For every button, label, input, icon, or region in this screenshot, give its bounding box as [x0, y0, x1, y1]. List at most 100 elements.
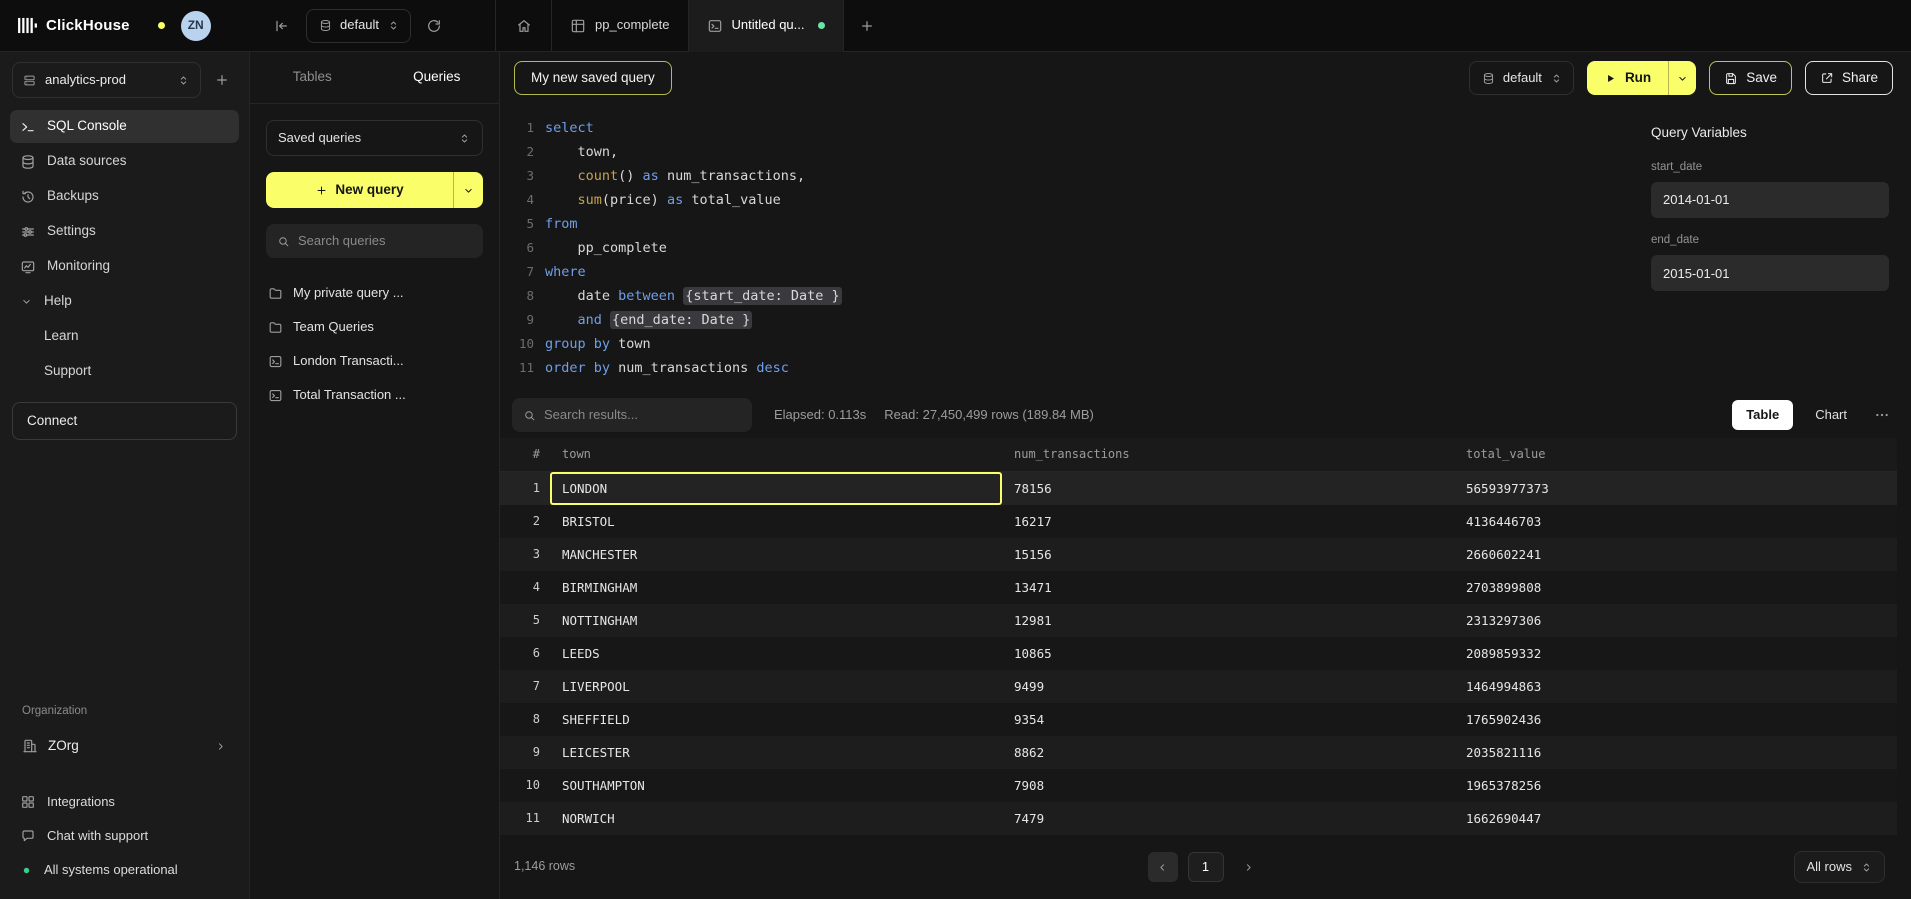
cell-num-transactions[interactable]: 8862	[1002, 736, 1454, 769]
save-button[interactable]: Save	[1709, 61, 1792, 95]
table-row[interactable]: 4BIRMINGHAM134712703899808	[500, 571, 1897, 604]
cell-total-value[interactable]: 4136446703	[1454, 505, 1897, 538]
share-button[interactable]: Share	[1805, 61, 1893, 95]
run-dropdown-button[interactable]	[1668, 61, 1696, 95]
cell-total-value[interactable]: 2089859332	[1454, 637, 1897, 670]
active-query-tab[interactable]: My new saved query	[514, 61, 672, 95]
service-selector[interactable]: analytics-prod	[12, 62, 201, 98]
sidebar-item-all-systems-operational[interactable]: All systems operational	[10, 855, 239, 885]
table-row[interactable]: 1LONDON7815656593977373	[500, 472, 1897, 505]
sidebar-item-monitoring[interactable]: Monitoring	[10, 250, 239, 283]
next-page-button[interactable]	[1234, 852, 1264, 882]
sidebar-item-backups[interactable]: Backups	[10, 180, 239, 213]
cell-town[interactable]: LONDON	[550, 472, 1002, 505]
sidebar-item-data-sources[interactable]: Data sources	[10, 145, 239, 178]
prev-page-button[interactable]	[1148, 852, 1178, 882]
table-row[interactable]: 6LEEDS108652089859332	[500, 637, 1897, 670]
table-row[interactable]: 11NORWICH74791662690447	[500, 802, 1897, 835]
search-queries-input[interactable]	[298, 232, 472, 250]
settings-icon	[20, 224, 36, 240]
saved-query-item-my-private-query[interactable]: My private query ...	[250, 276, 499, 310]
cell-town[interactable]: NOTTINGHAM	[550, 604, 1002, 637]
collapse-panel-button[interactable]	[266, 11, 296, 41]
new-tab-button[interactable]	[852, 11, 882, 41]
tab-tables[interactable]: Tables	[250, 52, 375, 103]
cell-num-transactions[interactable]: 7908	[1002, 769, 1454, 802]
table-row[interactable]: 3MANCHESTER151562660602241	[500, 538, 1897, 571]
sidebar-item-sql-console[interactable]: SQL Console	[10, 110, 239, 143]
search-results-input[interactable]	[544, 406, 741, 424]
table-row[interactable]: 10SOUTHAMPTON79081965378256	[500, 769, 1897, 802]
saved-query-label: Total Transaction ...	[293, 386, 406, 404]
end-date-input[interactable]	[1651, 255, 1889, 291]
table-row[interactable]: 8SHEFFIELD93541765902436	[500, 703, 1897, 736]
saved-query-label: Team Queries	[293, 318, 374, 336]
cell-total-value[interactable]: 2660602241	[1454, 538, 1897, 571]
view-table-button[interactable]: Table	[1732, 400, 1793, 430]
sidebar-item-help[interactable]: Help	[10, 285, 239, 318]
line-number: 4	[500, 188, 534, 212]
cell-num-transactions[interactable]: 15156	[1002, 538, 1454, 571]
sidebar-item-label: Learn	[44, 327, 79, 346]
current-page[interactable]: 1	[1188, 852, 1224, 882]
query-icon	[268, 388, 283, 403]
table-row[interactable]: 9LEICESTER88622035821116	[500, 736, 1897, 769]
cell-town[interactable]: BIRMINGHAM	[550, 571, 1002, 604]
cell-num-transactions[interactable]: 7479	[1002, 802, 1454, 835]
table-row[interactable]: 7LIVERPOOL94991464994863	[500, 670, 1897, 703]
refresh-button[interactable]	[419, 11, 449, 41]
cell-total-value[interactable]: 1662690447	[1454, 802, 1897, 835]
cell-total-value[interactable]: 1965378256	[1454, 769, 1897, 802]
cell-num-transactions[interactable]: 10865	[1002, 637, 1454, 670]
cell-town[interactable]: SHEFFIELD	[550, 703, 1002, 736]
cell-num-transactions[interactable]: 16217	[1002, 505, 1454, 538]
cell-total-value[interactable]: 2313297306	[1454, 604, 1897, 637]
topbar-database-selector[interactable]: default	[306, 9, 411, 43]
cell-total-value[interactable]: 2703899808	[1454, 571, 1897, 604]
start-date-input[interactable]	[1651, 182, 1889, 218]
sidebar-item-support[interactable]: Support	[10, 355, 239, 388]
sidebar-item-chat-with-support[interactable]: Chat with support	[10, 821, 239, 851]
cell-num-transactions[interactable]: 78156	[1002, 472, 1454, 505]
sidebar-item-learn[interactable]: Learn	[10, 320, 239, 353]
cell-total-value[interactable]: 56593977373	[1454, 472, 1897, 505]
cell-town[interactable]: MANCHESTER	[550, 538, 1002, 571]
cell-num-transactions[interactable]: 13471	[1002, 571, 1454, 604]
home-tab[interactable]	[496, 0, 552, 52]
cell-num-transactions[interactable]: 9499	[1002, 670, 1454, 703]
connect-button[interactable]: Connect	[12, 402, 237, 440]
tab-untitled-query[interactable]: Untitled qu...	[689, 0, 844, 52]
cell-town[interactable]: LEEDS	[550, 637, 1002, 670]
cell-total-value[interactable]: 2035821116	[1454, 736, 1897, 769]
cell-town[interactable]: SOUTHAMPTON	[550, 769, 1002, 802]
cell-town[interactable]: BRISTOL	[550, 505, 1002, 538]
saved-query-item-team-queries[interactable]: Team Queries	[250, 310, 499, 344]
cell-town[interactable]: NORWICH	[550, 802, 1002, 835]
sql-editor[interactable]: 1select2 town,3 count() as num_transacti…	[500, 104, 1643, 392]
new-query-button[interactable]: New query	[266, 172, 453, 208]
tab-queries[interactable]: Queries	[375, 52, 500, 103]
user-avatar[interactable]: ZN	[181, 11, 211, 41]
cell-num-transactions[interactable]: 9354	[1002, 703, 1454, 736]
page-size-select[interactable]: All rows	[1794, 851, 1885, 883]
editor-database-selector[interactable]: default	[1469, 61, 1574, 95]
more-options-button[interactable]	[1869, 402, 1895, 428]
sidebar-item-zorg[interactable]: ZOrg	[12, 729, 237, 763]
cell-num-transactions[interactable]: 12981	[1002, 604, 1454, 637]
view-chart-button[interactable]: Chart	[1801, 400, 1861, 430]
new-query-dropdown-button[interactable]	[453, 172, 483, 208]
cell-town[interactable]: LIVERPOOL	[550, 670, 1002, 703]
table-row[interactable]: 5NOTTINGHAM129812313297306	[500, 604, 1897, 637]
add-service-button[interactable]	[207, 65, 237, 95]
sidebar-item-settings[interactable]: Settings	[10, 215, 239, 248]
sidebar-item-integrations[interactable]: Integrations	[10, 787, 239, 817]
run-button[interactable]: Run	[1587, 61, 1668, 95]
saved-query-item-london-transacti[interactable]: London Transacti...	[250, 344, 499, 378]
tab-pp-complete[interactable]: pp_complete	[552, 0, 688, 52]
table-row[interactable]: 2BRISTOL162174136446703	[500, 505, 1897, 538]
cell-total-value[interactable]: 1765902436	[1454, 703, 1897, 736]
saved-query-item-total-transaction[interactable]: Total Transaction ...	[250, 378, 499, 412]
cell-total-value[interactable]: 1464994863	[1454, 670, 1897, 703]
cell-town[interactable]: LEICESTER	[550, 736, 1002, 769]
saved-queries-select[interactable]: Saved queries	[266, 120, 483, 156]
